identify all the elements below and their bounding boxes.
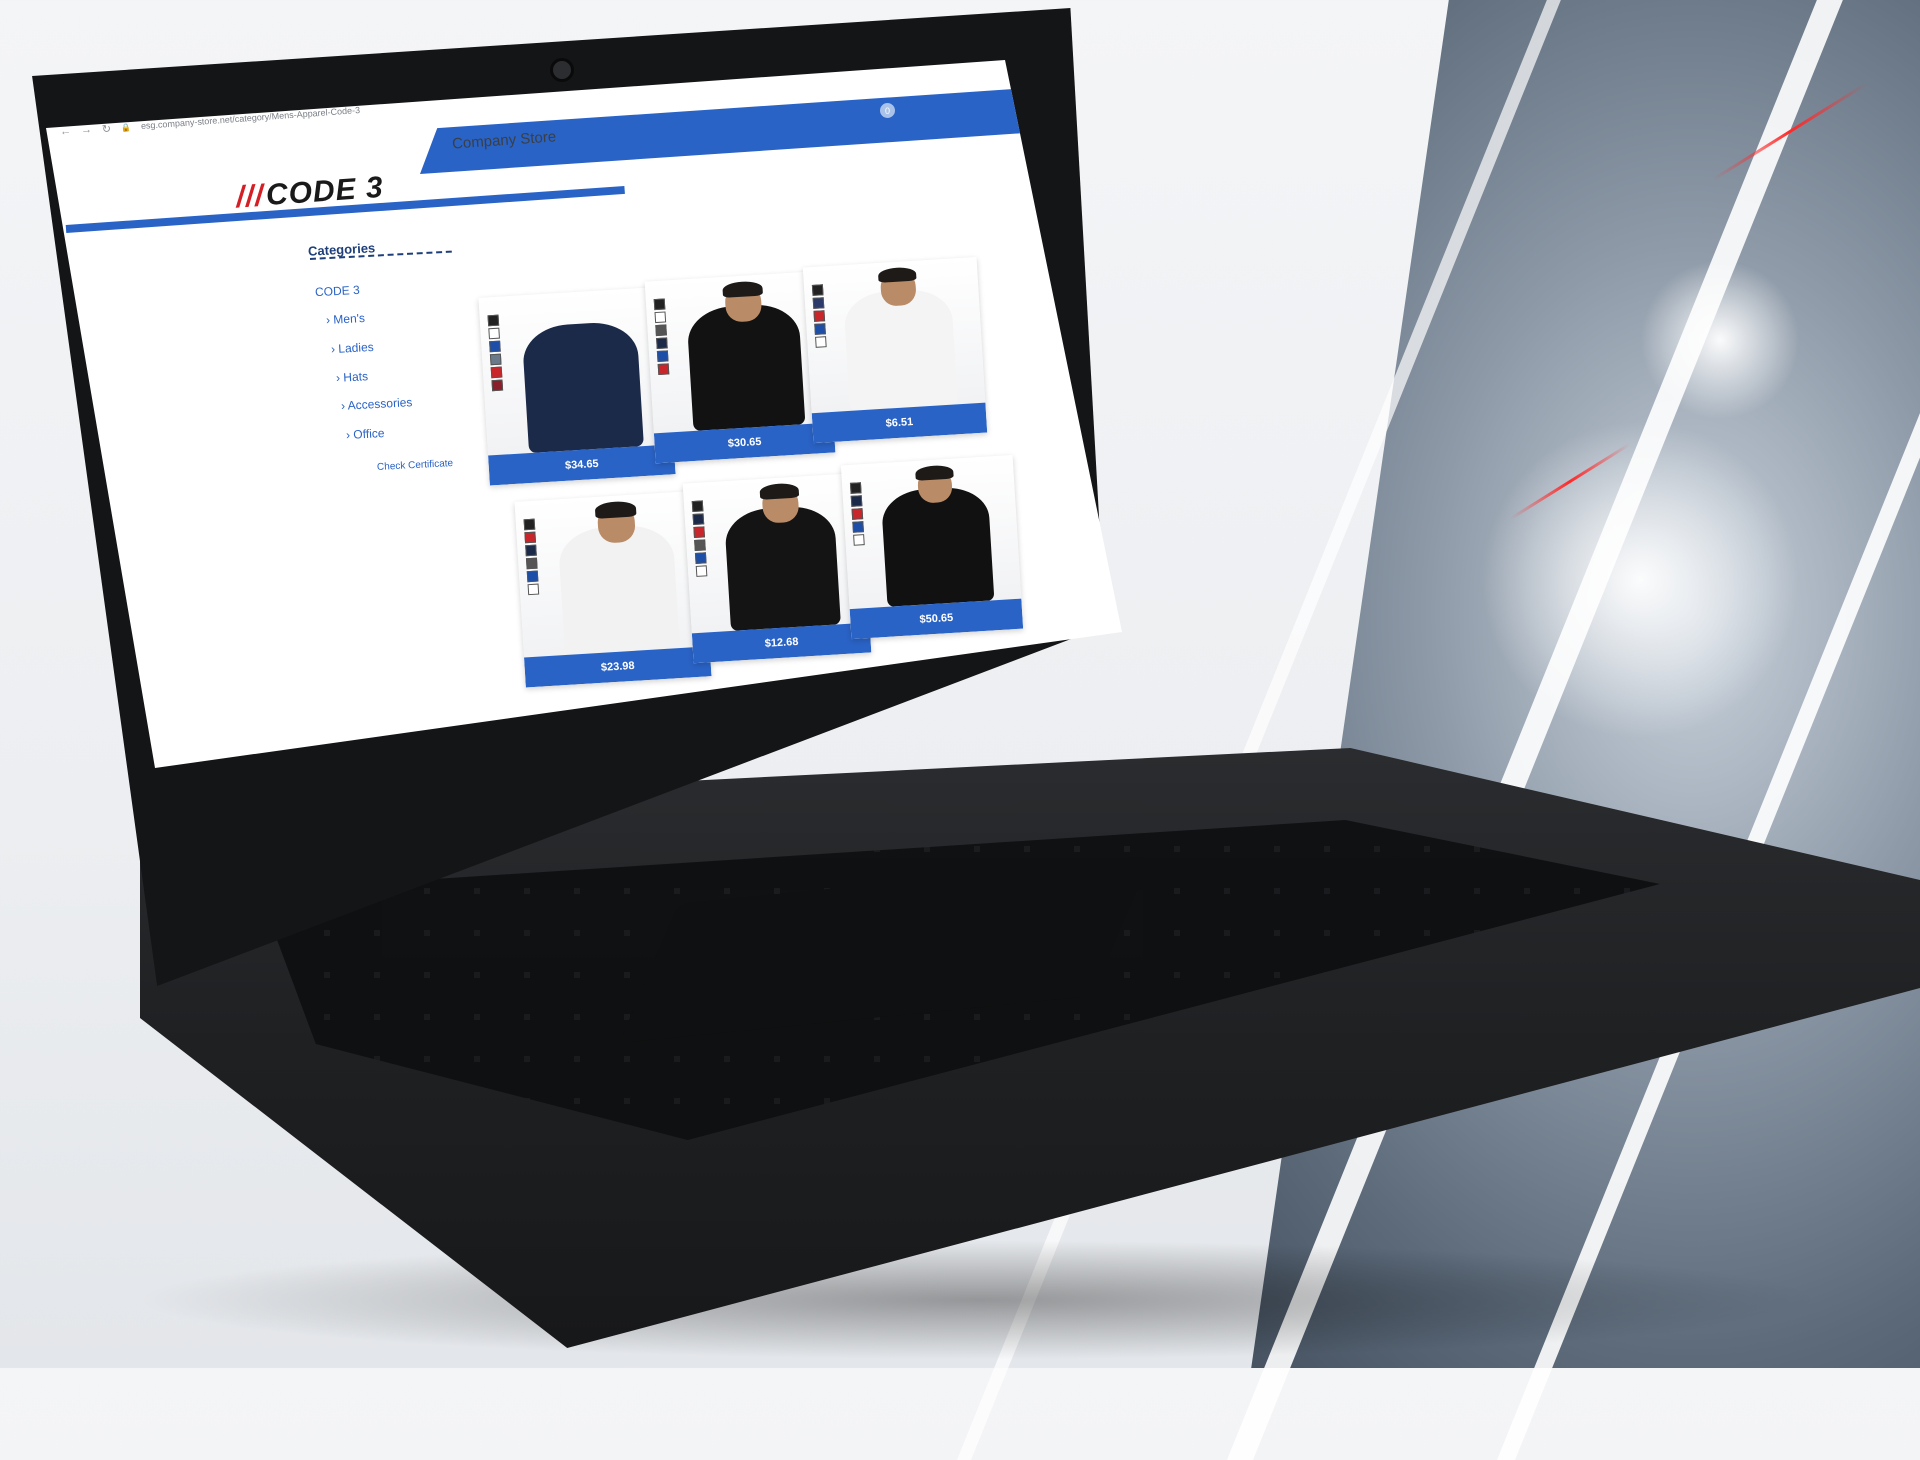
laptop-shadow — [130, 1240, 1830, 1360]
color-swatch[interactable] — [524, 531, 537, 544]
color-swatch[interactable] — [656, 350, 669, 363]
color-swatch[interactable] — [811, 284, 824, 296]
color-swatch[interactable] — [489, 340, 501, 353]
cart-total[interactable]: $0.00 — [903, 102, 931, 115]
color-swatch[interactable] — [812, 297, 825, 309]
webcam-icon — [550, 58, 574, 82]
color-swatch[interactable] — [527, 583, 540, 596]
product-image[interactable] — [802, 256, 986, 414]
shirt-image — [686, 302, 805, 431]
arrow-right-icon[interactable]: → — [81, 124, 93, 137]
cart-count-badge: 0 — [880, 103, 895, 118]
product-card[interactable]: $50.65 — [840, 454, 1024, 640]
sidebar-item-mens[interactable]: › Men's — [326, 311, 366, 327]
color-swatch[interactable] — [488, 327, 500, 340]
arrow-left-icon[interactable]: ← — [60, 125, 72, 138]
color-swatch[interactable] — [523, 518, 536, 531]
nav-item-mens[interactable]: Men's — [460, 179, 497, 196]
color-swatch[interactable] — [853, 534, 865, 546]
sidebar-item-hats[interactable]: › Hats — [336, 369, 369, 385]
product-image[interactable] — [840, 454, 1022, 610]
color-swatch[interactable] — [694, 552, 707, 564]
shirt-image — [557, 523, 681, 656]
product-image[interactable] — [514, 490, 710, 658]
color-swatch[interactable] — [693, 526, 705, 539]
model-hair — [914, 464, 954, 482]
color-swatch[interactable] — [849, 482, 862, 494]
search-icon[interactable] — [814, 104, 831, 121]
color-swatch[interactable] — [814, 323, 826, 335]
color-swatch[interactable] — [489, 353, 502, 366]
color-swatch[interactable] — [656, 337, 668, 350]
logo-mark: /// — [234, 179, 266, 215]
product-card[interactable]: $23.98 — [514, 490, 712, 688]
sidebar-item-ladies[interactable]: › Ladies — [331, 340, 374, 356]
color-swatch[interactable] — [852, 521, 864, 533]
model-hair — [759, 482, 800, 500]
model-hair — [877, 266, 917, 284]
shirt-image — [880, 485, 995, 607]
background-glow — [1480, 420, 1800, 740]
sidebar-item-code3[interactable]: CODE 3 — [315, 283, 360, 299]
color-swatch[interactable] — [655, 324, 667, 337]
color-swatch[interactable] — [692, 513, 705, 526]
color-swatch[interactable] — [490, 366, 503, 379]
product-image[interactable] — [478, 286, 674, 456]
color-swatch[interactable] — [695, 565, 708, 577]
color-swatch[interactable] — [491, 379, 504, 392]
color-swatch[interactable] — [654, 311, 667, 324]
sidebar-item-accessories[interactable]: › Accessories — [341, 395, 413, 413]
cart-icon[interactable] — [858, 102, 877, 122]
color-swatch[interactable] — [691, 500, 704, 513]
lock-icon: 🔒 — [120, 122, 132, 133]
check-certificate-link[interactable]: Check Certificate — [377, 458, 454, 473]
sidebar-item-office[interactable]: › Office — [346, 426, 385, 442]
color-swatch[interactable] — [851, 508, 864, 520]
model-hair — [722, 280, 763, 299]
color-swatch[interactable] — [526, 570, 539, 583]
background-glow — [1640, 260, 1800, 420]
color-swatch[interactable] — [487, 314, 500, 327]
product-card[interactable]: $6.51 — [802, 256, 988, 444]
color-swatch[interactable] — [525, 557, 538, 570]
model-hair — [594, 500, 637, 519]
shirt-image — [842, 287, 958, 411]
color-swatch[interactable] — [850, 495, 863, 507]
color-swatch[interactable] — [525, 544, 537, 557]
color-swatch[interactable] — [815, 336, 827, 348]
shirt-image — [723, 504, 842, 631]
color-swatch[interactable] — [657, 363, 670, 376]
logo-text: CODE 3 — [264, 170, 385, 213]
color-swatch[interactable] — [813, 310, 826, 322]
shirt-image — [521, 319, 645, 454]
product-image[interactable] — [682, 472, 870, 634]
color-swatch[interactable] — [694, 539, 706, 551]
color-swatch[interactable] — [653, 298, 666, 311]
